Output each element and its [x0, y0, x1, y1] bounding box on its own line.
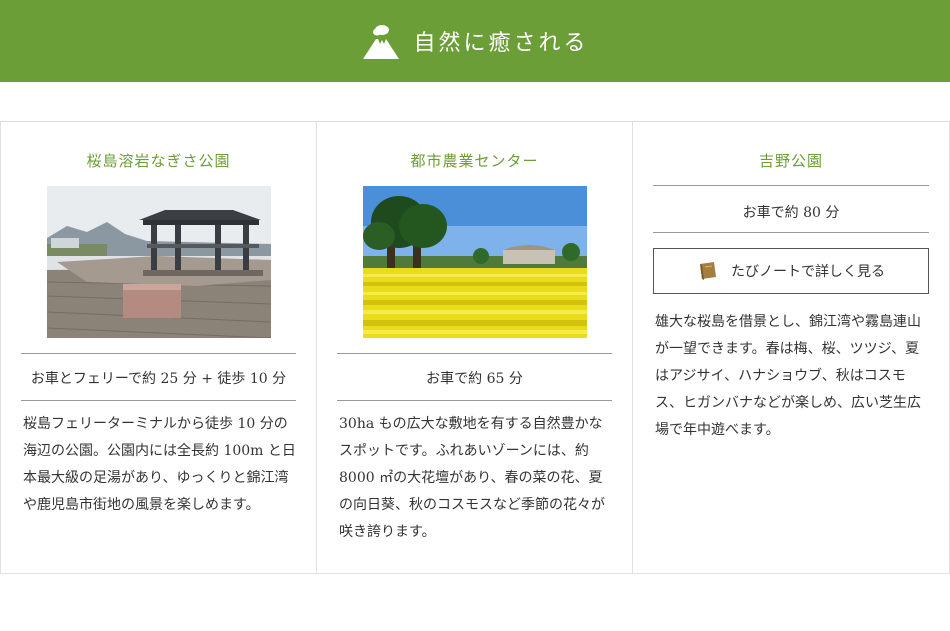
spot-card-yoshino-park: 吉野公園 お車で約 80 分 たびノートで詳しく見る 雄大な桜島を借景とし、錦江…	[633, 122, 949, 573]
volcano-icon	[363, 25, 400, 59]
access-info: お車とフェリーで約 25 分 + 徒歩 10 分	[30, 371, 287, 387]
divider	[653, 185, 929, 186]
tabi-note-button[interactable]: たびノートで詳しく見る	[653, 248, 929, 294]
spot-title-link[interactable]: 都市農業センター	[317, 150, 632, 171]
spot-title-link[interactable]: 桜島溶岩なぎさ公園	[1, 150, 316, 171]
spot-photo-rapeseed-field[interactable]	[363, 186, 587, 338]
divider	[653, 232, 929, 233]
divider	[21, 400, 296, 401]
spot-description: 30ha もの広大な敷地を有する自然豊かなスポットです。ふれあいゾーンには、約 …	[339, 416, 605, 540]
spot-photo-footbath-pavilion[interactable]	[47, 186, 271, 338]
divider	[337, 353, 612, 354]
spot-description: 雄大な桜島を借景とし、錦江湾や霧島連山が一望できます。春は梅、桜、ツツジ、夏はア…	[655, 314, 921, 438]
access-info: お車で約 65 分	[426, 371, 523, 387]
section-header-banner: 自然に癒される	[0, 0, 950, 82]
divider	[21, 353, 296, 354]
book-icon	[700, 262, 716, 280]
section-title: 自然に癒される	[413, 31, 589, 56]
spot-grid: 桜島溶岩なぎさ公園 お車とフェリーで約 25 分 + 徒歩 10 分 桜島フェリ…	[0, 121, 950, 574]
access-info: お車で約 80 分	[742, 205, 840, 221]
spot-title-link[interactable]: 吉野公園	[633, 150, 949, 171]
spot-description: 桜島フェリーターミナルから徒歩 10 分の海辺の公園。公園内には全長約 100m…	[23, 416, 296, 513]
spot-card-nagisa-park: 桜島溶岩なぎさ公園 お車とフェリーで約 25 分 + 徒歩 10 分 桜島フェリ…	[1, 122, 317, 573]
spot-card-agri-center: 都市農業センター お車で約 65 分 30ha もの広大な敷地を有する自然豊かな…	[317, 122, 633, 573]
tabi-note-button-label: たびノートで詳しく見る	[731, 264, 885, 280]
divider	[337, 400, 612, 401]
